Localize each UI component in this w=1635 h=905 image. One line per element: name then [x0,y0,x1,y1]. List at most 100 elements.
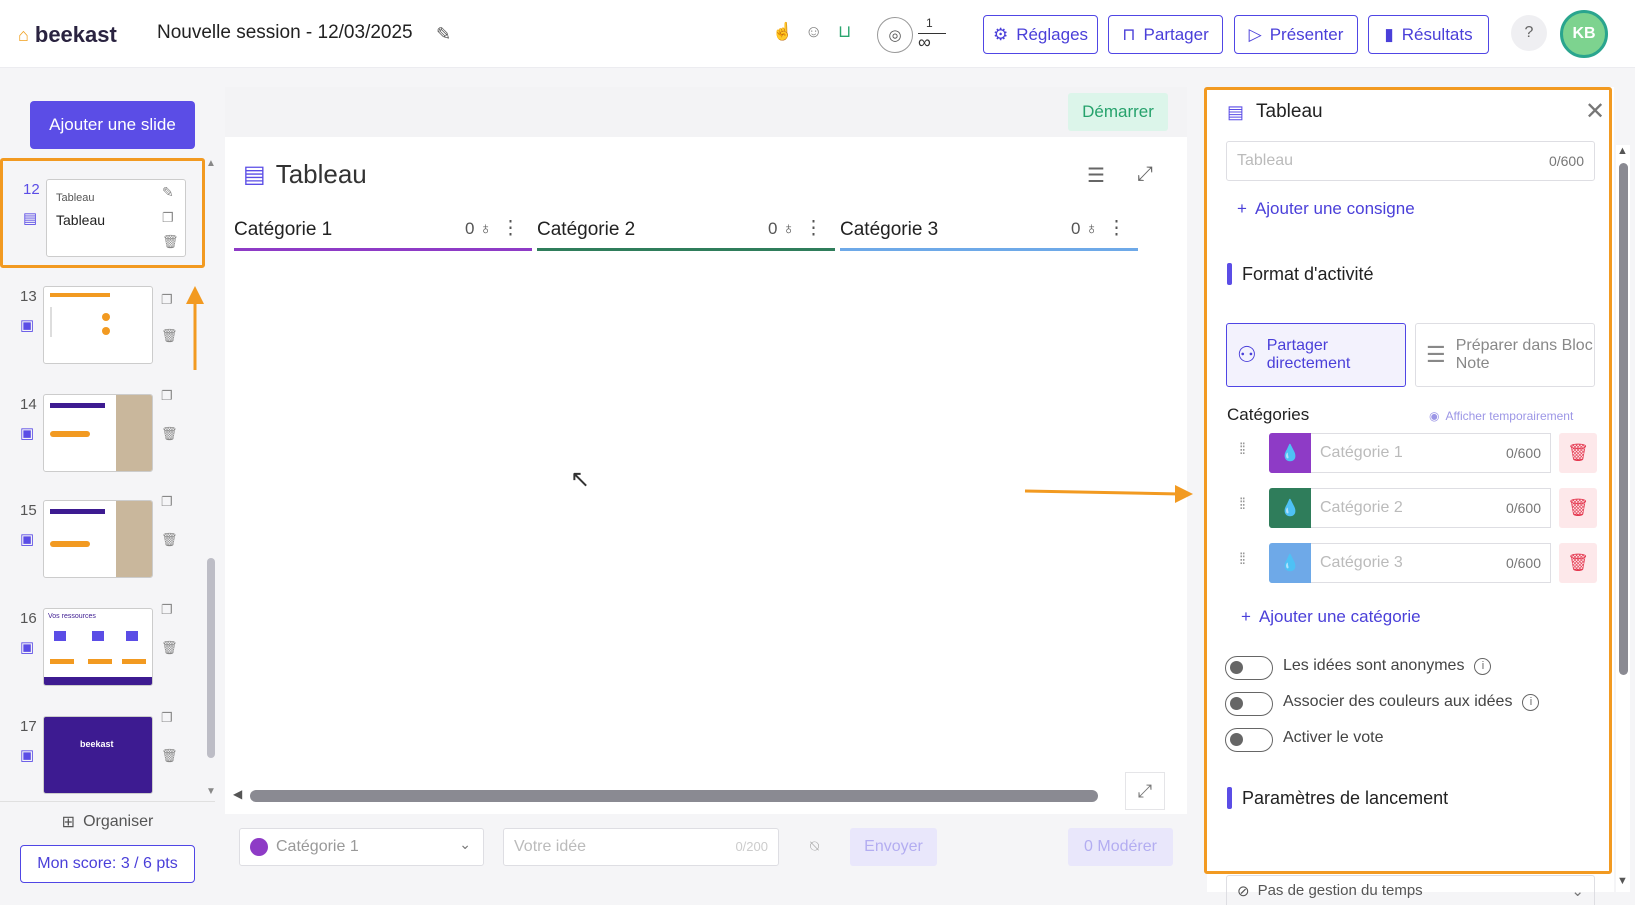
slide-thumbnail[interactable] [43,286,153,364]
slide-item-17[interactable]: 17 ▣ beekast ❐ 🗑 [0,698,205,798]
close-icon[interactable]: ✕ [1585,97,1605,126]
send-button[interactable]: Envoyer [850,828,937,866]
duplicate-icon[interactable]: ❐ [161,602,173,618]
category-name-input[interactable]: Catégorie 1 0/600 [1311,433,1551,473]
board-title: ▤ Tableau [243,159,367,189]
color-ideas-toggle[interactable] [1225,692,1273,716]
more-options-icon[interactable]: ⋮ [804,217,823,240]
duplicate-icon[interactable]: ❐ [161,292,173,308]
edit-slide-pencil-icon[interactable]: ✎ [162,184,174,201]
show-temporarily-link[interactable]: ◉ Afficher temporairement [1429,409,1573,423]
trash-icon[interactable]: 🗑 [161,328,178,344]
trash-icon[interactable]: 🗑 [161,532,178,548]
slides-list: 12 ▤ Tableau Tableau ✎ ❐ 🗑 13 ▣ ❐ 🗑 14 ▣… [0,158,215,798]
settings-button[interactable]: ⚙ Réglages [983,15,1098,54]
table-icon: ▤ [243,161,266,188]
beekast-logo[interactable]: ⌂ beekast [18,22,117,48]
more-options-icon[interactable]: ⋮ [501,217,520,240]
color-drop-icon[interactable]: 💧 [1269,488,1311,528]
category-name-input[interactable]: Catégorie 2 0/600 [1311,488,1551,528]
add-slide-button[interactable]: Ajouter une slide [30,101,195,149]
slide-item-14[interactable]: 14 ▣ ❐ 🗑 [0,376,205,486]
trash-icon[interactable]: 🗑 [161,426,178,442]
unlock-icon[interactable]: ⊔ [838,22,851,42]
color-drop-icon[interactable]: 💧 [1269,433,1311,473]
duplicate-icon[interactable]: ❐ [161,710,173,726]
slide-thumbnail[interactable]: Tableau Tableau ✎ ❐ 🗑 [46,179,186,257]
scroll-left-icon[interactable]: ◀ [233,787,242,801]
scroll-down-icon[interactable]: ▼ [1617,875,1628,887]
panel-scroll-thumb[interactable] [1619,163,1628,675]
share-button[interactable]: ⊓ Partager [1108,15,1223,54]
color-drop-icon[interactable]: 💧 [1269,543,1311,583]
category-row-1: ⁞⁞ 💧 Catégorie 1 0/600 🗑 [1227,433,1597,473]
participants-icon[interactable]: ◎ [877,17,913,53]
add-instruction-link[interactable]: + Ajouter une consigne [1237,199,1415,219]
slide-item-12[interactable]: 12 ▤ Tableau Tableau ✎ ❐ 🗑 [0,158,205,268]
expand-icon[interactable]: ⤢ [1137,163,1153,186]
scroll-up-icon[interactable]: ▲ [1617,145,1628,157]
drag-handle-icon[interactable]: ⁞⁞ [1239,496,1246,514]
participants-count: 1 [926,16,933,30]
trash-icon[interactable]: 🗑 [162,234,179,250]
trash-icon[interactable]: 🗑 [1559,488,1597,528]
trash-icon[interactable]: 🗑 [1559,433,1597,473]
add-category-link[interactable]: + Ajouter une catégorie [1241,607,1421,627]
slide-item-16[interactable]: 16 ▣ Vos ressources ❐ 🗑 [0,590,205,700]
slide-thumbnail[interactable] [43,394,153,472]
slide-item-15[interactable]: 15 ▣ ❐ 🗑 [0,482,205,592]
slides-scrollbar[interactable]: ▲ ▼ [206,158,216,798]
user-avatar[interactable]: KB J [1560,7,1608,58]
slide-thumbnail[interactable]: beekast [43,716,153,794]
info-icon[interactable]: i [1474,657,1492,675]
trash-icon[interactable]: 🗑 [161,640,178,656]
format-notepad-option[interactable]: ☰ Préparer dans Bloc Note [1415,323,1595,387]
drag-handle-icon[interactable]: ⁞⁞ [1239,551,1246,569]
duplicate-icon[interactable]: ❐ [161,388,173,404]
slide-thumbnail[interactable]: Vos ressources [43,608,153,686]
slide-item-13[interactable]: 13 ▣ ❐ 🗑 [0,268,205,378]
user-icon[interactable]: ☺ [805,22,822,42]
duplicate-icon[interactable]: ❐ [161,494,173,510]
drag-handle-icon[interactable]: ⁞⁞ [1239,441,1246,459]
more-options-icon[interactable]: ⋮ [1107,217,1126,240]
anonymous-ideas-toggle[interactable] [1225,656,1273,680]
duplicate-icon[interactable]: ❐ [162,210,174,226]
trash-icon[interactable]: 🗑 [161,748,178,764]
results-button[interactable]: ▮ Résultats [1368,15,1489,54]
start-button[interactable]: Démarrer [1068,93,1168,131]
present-button[interactable]: ▷ Présenter [1234,15,1358,54]
organize-button[interactable]: ⊞ Organiser [0,801,215,841]
score-button[interactable]: Mon score: 3 / 6 pts [20,845,195,883]
slides-scroll-thumb[interactable] [207,558,215,758]
info-icon[interactable]: i [1522,693,1540,711]
category-select[interactable]: Catégorie 1 ⌄ [239,828,484,866]
fullscreen-icon[interactable]: ⤢ [1125,772,1165,810]
idea-input[interactable]: Votre idée 0/200 [503,828,779,866]
slide-content-icon: ▣ [20,639,35,656]
moderate-button[interactable]: 0 Modérer [1068,828,1173,866]
participants-max: ∞ [918,32,931,52]
format-share-directly-option[interactable]: ⚇ Partager directement [1226,323,1406,387]
board-horizontal-scrollbar[interactable]: ◀ [233,787,1103,802]
time-management-select[interactable]: ⊘ Pas de gestion du temps ⌄ [1226,875,1595,905]
scroll-down-icon[interactable]: ▼ [206,786,216,797]
clear-format-icon[interactable]: ⍉ [810,838,819,855]
list-view-icon[interactable]: ☰ [1087,163,1105,188]
activity-format-heading: Format d'activité [1227,263,1373,285]
help-button[interactable]: ? [1511,15,1547,51]
hand-icon[interactable]: ☝ [772,22,793,42]
board-scroll-thumb[interactable] [250,790,1098,802]
edit-title-pencil-icon[interactable]: ✎ [436,24,451,45]
panel-scrollbar[interactable]: ▲ ▼ [1616,145,1630,892]
category-name-input[interactable]: Catégorie 3 0/600 [1311,543,1551,583]
scroll-up-icon[interactable]: ▲ [206,158,216,169]
vote-toggle[interactable] [1225,728,1273,752]
column-underline [537,248,835,251]
slide-thumbnail[interactable] [43,500,153,578]
board-toolbar: Démarrer [225,87,1187,137]
beekast-logo-icon: ⌂ [18,24,29,45]
activity-title-input[interactable]: Tableau 0/600 [1226,141,1595,181]
column-underline [840,248,1138,251]
trash-icon[interactable]: 🗑 [1559,543,1597,583]
